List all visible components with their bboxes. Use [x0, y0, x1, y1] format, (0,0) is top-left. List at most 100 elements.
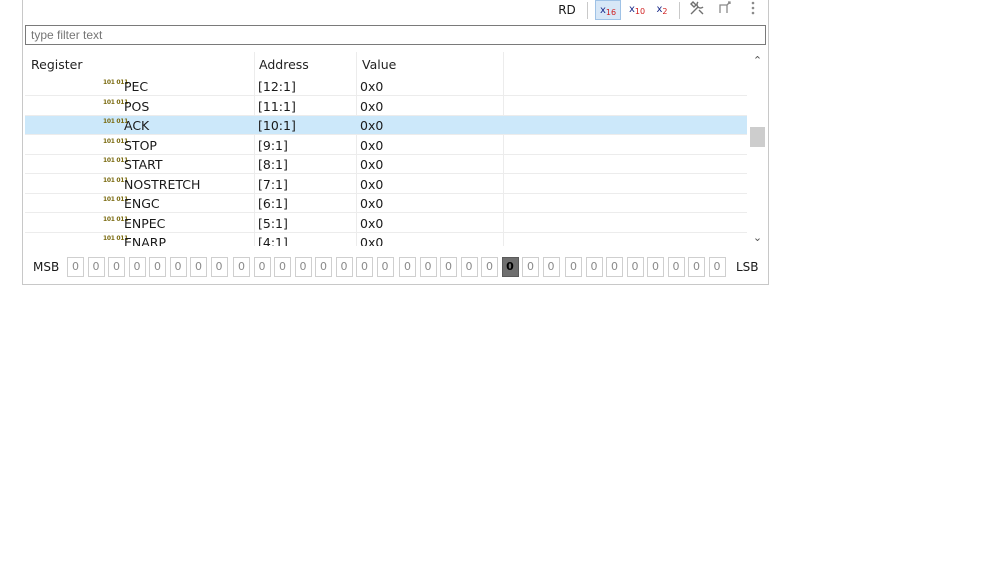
bit-cell[interactable]: 0: [190, 257, 207, 277]
register-field-icon: 101 011: [103, 79, 129, 86]
bit-cell[interactable]: 0: [460, 257, 478, 277]
bit-cell[interactable]: 0: [606, 257, 623, 277]
register-address: [4:1]: [258, 235, 288, 246]
chevron-down-icon[interactable]: ⌄: [749, 229, 766, 246]
view-menu-icon[interactable]: [745, 0, 761, 20]
column-header-address[interactable]: Address: [259, 52, 309, 76]
register-value[interactable]: 0x0: [360, 116, 383, 135]
register-address: [6:1]: [258, 196, 288, 211]
bin-format-subscript: 2: [662, 7, 668, 16]
register-table: Register Address Value 101 011 PEC [12:1…: [25, 52, 747, 246]
settings-icon[interactable]: [687, 0, 707, 20]
register-value[interactable]: 0x0: [360, 194, 383, 213]
register-value[interactable]: 0x0: [360, 136, 383, 155]
table-row[interactable]: 101 011 PEC [12:1] 0x0: [25, 77, 747, 96]
register-view-panel: RD x16 x10 x2 Register Address Value 101…: [22, 0, 769, 285]
bit-cell[interactable]: 0: [376, 257, 394, 277]
register-address: [11:1]: [258, 98, 296, 114]
bit-cell[interactable]: 0: [667, 257, 685, 277]
bit-cell[interactable]: 0: [481, 257, 498, 277]
bit-cell[interactable]: 0: [647, 257, 664, 277]
bit-cell[interactable]: 0: [149, 257, 166, 277]
bit-cell[interactable]: 0: [253, 257, 271, 277]
register-address: [10:1]: [258, 118, 296, 133]
register-field-icon: 101 011: [103, 176, 129, 184]
table-row[interactable]: 101 011 ENARP [4:1] 0x0: [25, 233, 747, 246]
register-field-icon: 101 011: [103, 196, 129, 203]
bit-field-strip: MSB 00000000000000000000000000000000 LSB: [25, 256, 766, 278]
bit-cell[interactable]: 0: [128, 257, 146, 277]
filter-input[interactable]: [25, 25, 766, 45]
bit-cell[interactable]: 0: [585, 257, 603, 277]
table-row[interactable]: 101 011 POS [11:1] 0x0: [25, 97, 747, 116]
column-header-register[interactable]: Register: [31, 52, 82, 76]
table-row[interactable]: 101 011 ENPEC [5:1] 0x0: [25, 214, 747, 233]
bit-cell[interactable]: 0: [356, 257, 373, 277]
register-value[interactable]: 0x0: [360, 77, 383, 96]
register-address: [7:1]: [258, 176, 288, 192]
register-field-icon: 101 011: [103, 215, 129, 223]
column-header-value[interactable]: Value: [362, 52, 396, 76]
bit-cell[interactable]: 0: [688, 257, 705, 277]
register-field-icon: 101 011: [103, 157, 129, 164]
register-address: [8:1]: [258, 157, 288, 172]
bit-cell[interactable]: 0: [67, 257, 84, 277]
register-value[interactable]: 0x0: [360, 175, 383, 194]
bit-cell[interactable]: 0: [522, 257, 539, 277]
bit-cell[interactable]: 0: [274, 257, 291, 277]
register-field-icon: 101 011: [103, 98, 129, 106]
bit-cell[interactable]: 0: [87, 257, 105, 277]
register-name: ENPEC: [124, 215, 166, 231]
hex-format-subscript: 16: [605, 8, 617, 17]
bit-cell[interactable]: 0: [294, 257, 312, 277]
register-name: STOP: [124, 137, 157, 153]
bit-cell[interactable]: 0: [708, 257, 726, 277]
register-name: START: [124, 157, 163, 172]
vertical-scrollbar[interactable]: ⌃ ⌄: [749, 52, 766, 246]
pin-icon[interactable]: [715, 0, 735, 20]
register-value[interactable]: 0x0: [360, 97, 383, 116]
toolbar-separator: [587, 2, 588, 19]
table-row[interactable]: 101 011 START [8:1] 0x0: [25, 155, 747, 174]
lsb-label: LSB: [736, 260, 759, 274]
msb-label: MSB: [33, 260, 60, 274]
register-value[interactable]: 0x0: [360, 214, 383, 233]
register-name: PEC: [124, 79, 149, 94]
table-row-selected[interactable]: 101 011 ACK [10:1] 0x0: [25, 116, 747, 135]
bit-cell[interactable]: 0: [440, 257, 457, 277]
bit-cell[interactable]: 0: [399, 257, 416, 277]
toolbar: RD x16 x10 x2: [23, 0, 768, 22]
read-button[interactable]: RD: [555, 0, 579, 20]
bit-cell[interactable]: 0: [169, 257, 187, 277]
table-row[interactable]: 101 011 STOP [9:1] 0x0: [25, 136, 747, 155]
dec-format-subscript: 10: [634, 7, 646, 16]
bit-cell[interactable]: 0: [626, 257, 644, 277]
bit-cell[interactable]: 0: [565, 257, 582, 277]
bit-cell[interactable]: 0: [335, 257, 353, 277]
register-name: ENGC: [124, 196, 160, 211]
scrollbar-thumb[interactable]: [750, 127, 765, 147]
register-value[interactable]: 0x0: [360, 155, 383, 174]
binary-format-toggle[interactable]: x2: [651, 0, 673, 20]
decimal-format-toggle[interactable]: x10: [625, 0, 649, 20]
bit-cell[interactable]: 0: [233, 257, 250, 277]
bit-cell[interactable]: 0: [542, 257, 560, 277]
bit-cell-highlighted[interactable]: 0: [501, 257, 519, 277]
register-field-icon: 101 011: [103, 235, 129, 242]
register-field-icon: 101 011: [103, 137, 129, 145]
register-name: NOSTRETCH: [124, 176, 201, 192]
register-address: [12:1]: [258, 79, 296, 94]
register-name: POS: [124, 98, 150, 114]
table-row[interactable]: 101 011 ENGC [6:1] 0x0: [25, 194, 747, 213]
toolbar-separator: [679, 2, 680, 19]
register-value[interactable]: 0x0: [360, 233, 383, 246]
bit-cell[interactable]: 0: [315, 257, 332, 277]
table-row[interactable]: 101 011 NOSTRETCH [7:1] 0x0: [25, 175, 747, 194]
chevron-up-icon[interactable]: ⌃: [749, 52, 766, 69]
hex-format-toggle[interactable]: x16: [595, 0, 621, 20]
bit-cell[interactable]: 0: [108, 257, 125, 277]
bit-cell[interactable]: 0: [210, 257, 228, 277]
table-header: Register Address Value: [25, 52, 747, 76]
bit-cell[interactable]: 0: [419, 257, 437, 277]
register-address: [5:1]: [258, 215, 288, 231]
